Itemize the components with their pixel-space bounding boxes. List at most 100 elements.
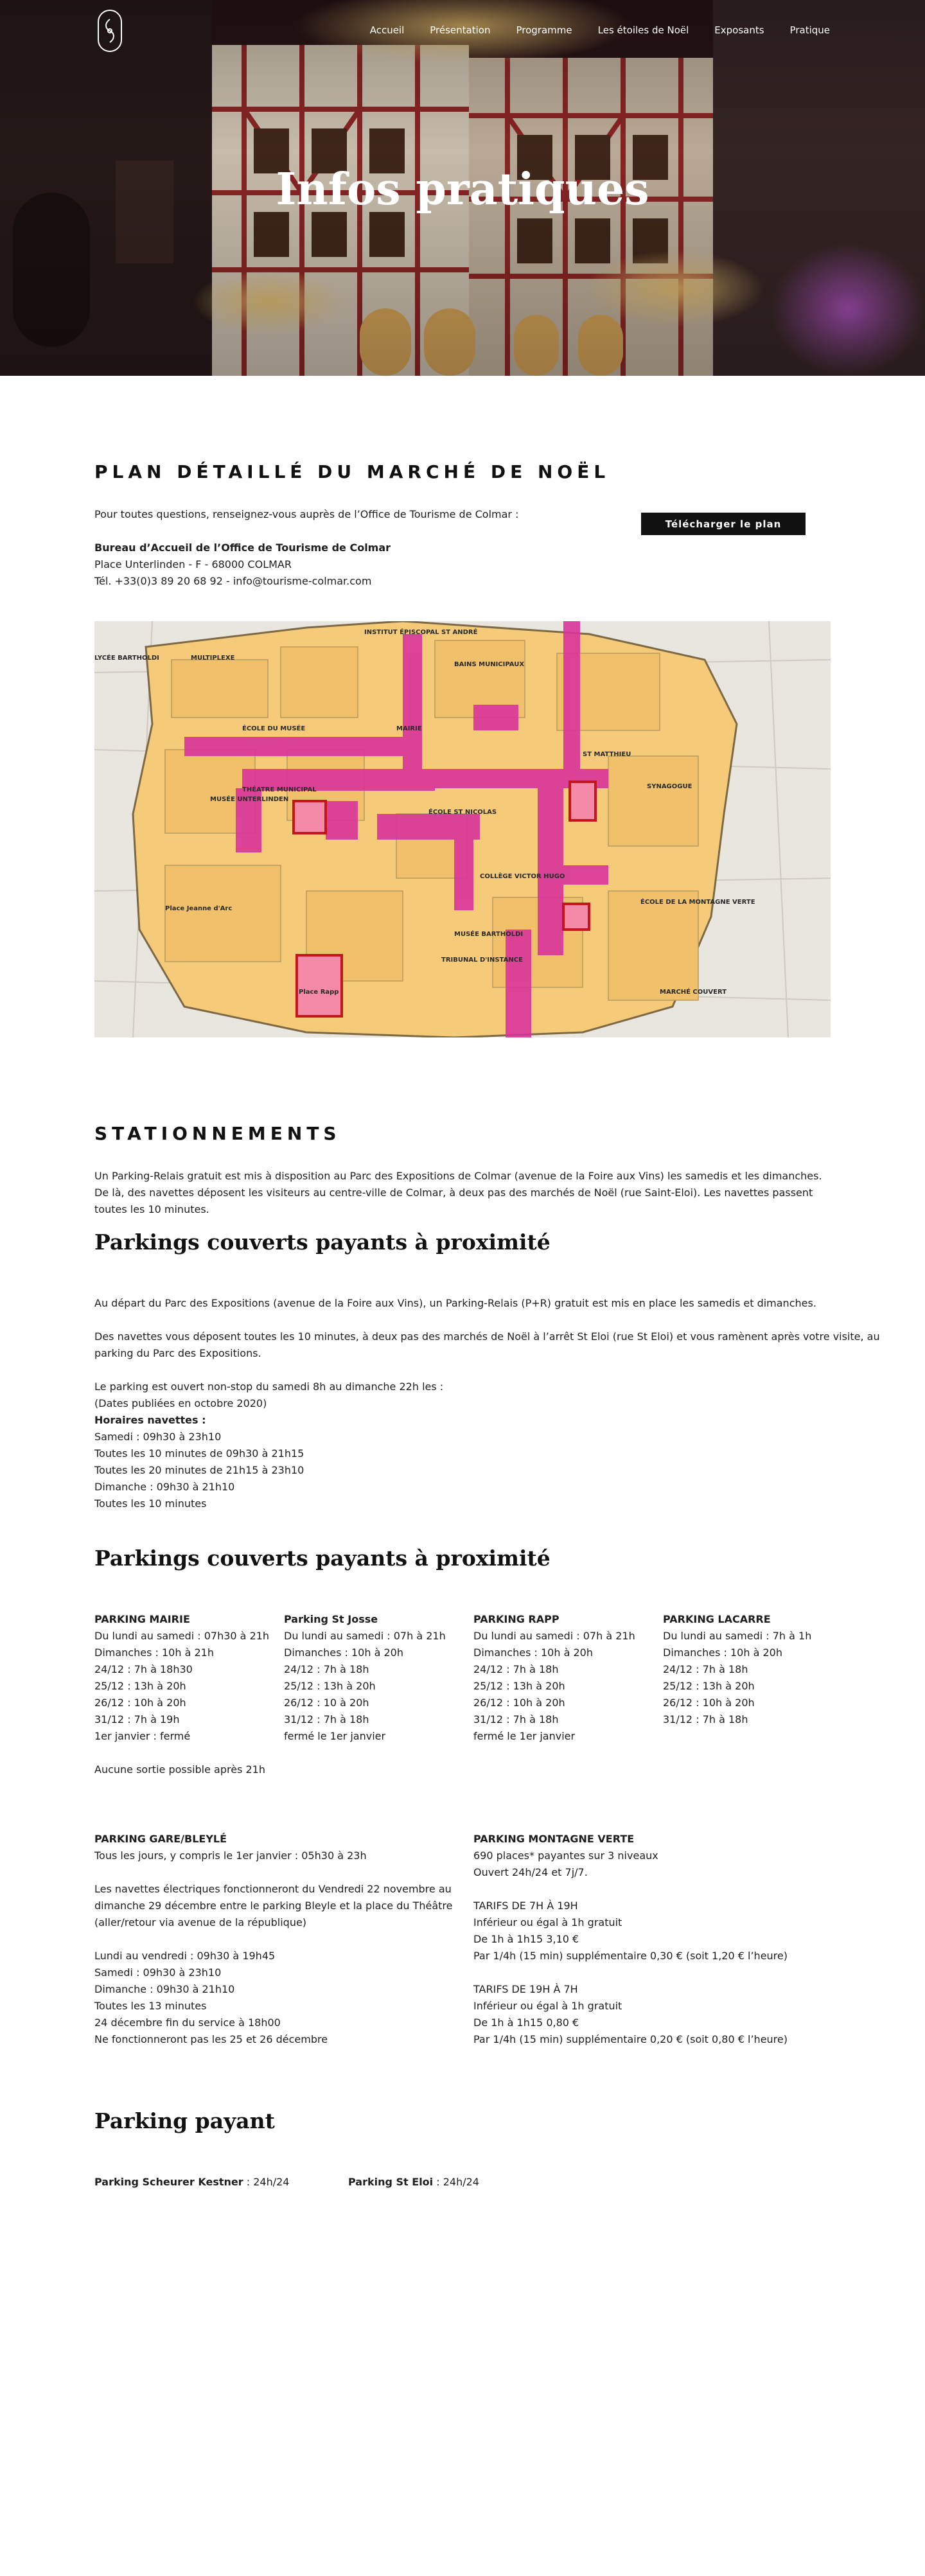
parking-line: TARIFS DE 19H À 7H (473, 1983, 578, 1995)
nav-presentation[interactable]: Présentation (430, 24, 490, 36)
map-label-ecole-musee: ÉCOLE DU MUSÉE (242, 724, 305, 732)
parking-line: 25/12 : 13h à 20h (473, 1680, 565, 1692)
map-label-theatre: THÉATRE MUNICIPAL (242, 785, 317, 793)
map-label-tribunal: TRIBUNAL D'INSTANCE (441, 957, 523, 964)
parking-line: Du lundi au samedi : 7h à 1h (663, 1630, 812, 1642)
map-label-marche: MARCHÉ COUVERT (660, 987, 727, 996)
parking-line: Toutes les 13 minutes (94, 2000, 207, 2012)
map-label-unterlinden: MUSÉE UNTERLINDEN (210, 795, 288, 803)
map-label-institut: INSTITUT ÉPISCOPAL ST ANDRÉ (364, 628, 478, 636)
download-plan-button[interactable]: Télécharger le plan (641, 513, 806, 535)
nav-exposants[interactable]: Exposants (714, 24, 764, 36)
horaire-1: Samedi : 09h30 à 23h10 (94, 1431, 222, 1443)
nav-etoiles[interactable]: Les étoiles de Noël (598, 24, 689, 36)
parking-line: 26/12 : 10 à 20h (284, 1697, 369, 1709)
parking-line: 31/12 : 7h à 18h (663, 1713, 748, 1725)
map-label-ecole-nicolas: ÉCOLE ST NICOLAS (428, 807, 497, 816)
plan-intro: Pour toutes questions, renseignez-vous a… (94, 508, 519, 520)
parking-line: 25/12 : 13h à 20h (94, 1680, 186, 1692)
market-map[interactable]: MULTIPLEXE LYCÉE BARTHOLDI INSTITUT ÉPIS… (94, 621, 831, 1037)
map-label-college: COLLÈGE VICTOR HUGO (480, 872, 565, 880)
horaires-label: Horaires navettes : (94, 1414, 206, 1426)
parking-line: 26/12 : 10h à 20h (663, 1697, 755, 1709)
stationnements-title: STATIONNEMENTS (94, 1123, 341, 1144)
map-label-synagogue: SYNAGOGUE (647, 783, 692, 790)
parkings1-p1: Au départ du Parc des Expositions (avenu… (94, 1297, 816, 1309)
horaire-4: Dimanche : 09h30 à 21h10 (94, 1481, 235, 1493)
parking-line: 1er janvier : fermé (94, 1730, 191, 1742)
parking-name: PARKING MONTAGNE VERTE (473, 1833, 635, 1845)
horaire-3: Toutes les 20 minutes de 21h15 à 23h10 (94, 1464, 304, 1476)
office-address: Place Unterlinden - F - 68000 COLMAR (94, 558, 292, 570)
map-label-bartholdi: MUSÉE BARTHOLDI (454, 930, 523, 938)
map-label-jeanne: Place Jeanne d'Arc (165, 905, 232, 912)
parking-line: TARIFS DE 7H À 19H (473, 1900, 578, 1912)
nav-pratique[interactable]: Pratique (790, 24, 830, 36)
map-label-bains: BAINS MUNICIPAUX (454, 661, 524, 668)
nav-accueil[interactable]: Accueil (370, 24, 405, 36)
parking-line: 31/12 : 7h à 18h (473, 1713, 559, 1725)
map-label-montagne: ÉCOLE DE LA MONTAGNE VERTE (640, 897, 755, 906)
parking-name: PARKING GARE/BLEYLÉ (94, 1833, 227, 1845)
parking-line: Par 1/4h (15 min) supplémentaire 0,30 € … (473, 1950, 788, 1962)
parking-line: Inférieur ou égal à 1h gratuit (473, 2000, 622, 2012)
parking-line: 25/12 : 13h à 20h (663, 1680, 755, 1692)
parking-lacarre: PARKING LACARRE Du lundi au samedi : 7h … (663, 1611, 811, 1728)
parking-line: Tous les jours, y compris le 1er janvier… (94, 1849, 367, 1862)
parking-scheurer: Parking Scheurer Kestner : 24h/24 (94, 2176, 290, 2188)
parkings-title-2: Parkings couverts payants à proximité (94, 1546, 551, 1571)
parking-line: Dimanches : 10h à 20h (284, 1646, 403, 1659)
parking-name: PARKING LACARRE (663, 1613, 771, 1625)
parking-name: PARKING MAIRIE (94, 1613, 190, 1625)
parking-line: Dimanches : 10h à 21h (94, 1646, 214, 1659)
parking-line: De 1h à 1h15 0,80 € (473, 2016, 579, 2029)
parkings1-p2b: parking du Parc des Expositions. (94, 1347, 261, 1359)
parking-line: Par 1/4h (15 min) supplémentaire 0,20 € … (473, 2033, 788, 2045)
parking-name: PARKING RAPP (473, 1613, 559, 1625)
parking-line: Du lundi au samedi : 07h30 à 21h (94, 1630, 270, 1642)
parking-line: dimanche 29 décembre entre le parking Bl… (94, 1900, 453, 1912)
parking-line: Ouvert 24h/24 et 7j/7. (473, 1866, 588, 1878)
market-map-image: MULTIPLEXE LYCÉE BARTHOLDI INSTITUT ÉPIS… (94, 621, 831, 1037)
parking-line: 690 places* payantes sur 3 niveaux (473, 1849, 658, 1862)
parking-line: Du lundi au samedi : 07h à 21h (284, 1630, 446, 1642)
parking-line: Dimanche : 09h30 à 21h10 (94, 1983, 235, 1995)
parking-line: Lundi au vendredi : 09h30 à 19h45 (94, 1950, 276, 1962)
parking-gare: PARKING GARE/BLEYLÉ Tous les jours, y co… (94, 1831, 467, 2048)
page-title: Infos pratiques (276, 164, 649, 215)
parking-line: fermé le 1er janvier (473, 1730, 576, 1742)
map-label-rapp: Place Rapp (299, 989, 339, 996)
parking-line: fermé le 1er janvier (284, 1730, 386, 1742)
map-label-lycee: LYCÉE BARTHOLDI (94, 653, 159, 662)
parking-line: Dimanches : 10h à 20h (663, 1646, 782, 1659)
main-nav: Accueil Présentation Programme Les étoil… (344, 24, 830, 36)
parking-line: 26/12 : 10h à 20h (94, 1697, 186, 1709)
parking-payant-title: Parking payant (94, 2108, 275, 2133)
logo-star-icon (105, 19, 114, 43)
map-label-multiplexe: MULTIPLEXE (191, 655, 235, 662)
parking-line: 31/12 : 7h à 19h (94, 1713, 180, 1725)
parking-line: 24/12 : 7h à 18h (473, 1663, 559, 1675)
stationnements-text: Un Parking-Relais gratuit est mis à disp… (94, 1170, 822, 1215)
parking-line: Inférieur ou égal à 1h gratuit (473, 1916, 622, 1928)
parking-line: 31/12 : 7h à 18h (284, 1713, 369, 1725)
parking-line: Ne fonctionneront pas les 25 et 26 décem… (94, 2033, 328, 2045)
parking-line: 24/12 : 7h à 18h (284, 1663, 369, 1675)
parking-name: Parking St Josse (284, 1613, 378, 1625)
hero-banner: Accueil Présentation Programme Les étoil… (0, 0, 925, 376)
parking-line: 25/12 : 13h à 20h (284, 1680, 376, 1692)
parking-st-eloi: Parking St Eloi : 24h/24 (348, 2176, 479, 2188)
sortie-note: Aucune sortie possible après 21h (94, 1763, 265, 1776)
parking-mairie: PARKING MAIRIE Du lundi au samedi : 07h3… (94, 1611, 269, 1745)
parking-line: (aller/retour via avenue de la républiqu… (94, 1916, 307, 1928)
parking-line: 24/12 : 7h à 18h30 (94, 1663, 193, 1675)
parkings1-p2a: Des navettes vous déposent toutes les 10… (94, 1330, 880, 1343)
parking-line: 24 décembre fin du service à 18h00 (94, 2016, 281, 2029)
parking-montagne-verte: PARKING MONTAGNE VERTE 690 places* payan… (473, 1831, 833, 2048)
site-logo[interactable] (98, 10, 122, 52)
parkings1-line2: (Dates publiées en octobre 2020) (94, 1397, 267, 1409)
nav-programme[interactable]: Programme (516, 24, 572, 36)
parkings-title-1: Parkings couverts payants à proximité (94, 1230, 551, 1255)
parking-line: Du lundi au samedi : 07h à 21h (473, 1630, 635, 1642)
map-label-matthieu: ST MATTHIEU (583, 751, 631, 758)
